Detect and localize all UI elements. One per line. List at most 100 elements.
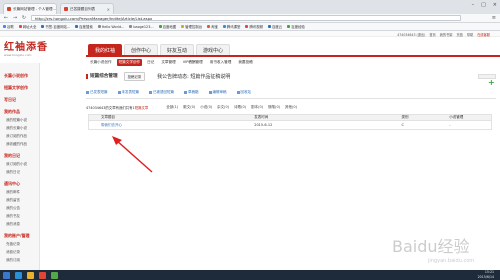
category-tab[interactable]: 编辑审稿 xyxy=(208,90,227,95)
category-tab[interactable]: 已被退回短篇 xyxy=(149,90,174,95)
genre-filter[interactable]: 小说(0) xyxy=(200,105,212,110)
article-category: C xyxy=(401,123,404,127)
bookmark-favicon-icon xyxy=(97,25,101,28)
user-info[interactable]: 474034643 (退出) xyxy=(397,32,425,37)
announcement-banner[interactable]: 我公告牌动态: 短篇作品征稿说明 xyxy=(157,73,230,80)
category-label: 回收站 xyxy=(240,89,252,94)
nav-underline xyxy=(86,55,500,57)
add-icon[interactable]: + xyxy=(488,78,496,87)
bookmark-favicon-icon xyxy=(3,25,6,28)
article-manage[interactable]: - xyxy=(447,123,491,127)
nav-my-hongxiu[interactable]: 我的红袖 xyxy=(88,44,123,55)
annotation-arrow-icon xyxy=(112,136,153,173)
subnav-vip-manage[interactable]: VIP稿酬管理 xyxy=(181,59,205,66)
bookmark-item[interactable]: 书签-百度网站... xyxy=(41,24,70,29)
browser-tab-1[interactable]: 长篇网站管理 - 个人管理... × xyxy=(3,3,57,14)
sidebar-section-title[interactable]: 短篇文学创作 xyxy=(4,85,35,91)
sidebar-item[interactable]: 我的长篇小说 xyxy=(6,126,35,131)
sidebar-section-title[interactable]: 我的账户/管理 xyxy=(4,233,35,239)
reload-icon[interactable]: ↻ xyxy=(21,15,27,21)
nav-friends[interactable]: 好友互动 xyxy=(160,44,195,55)
browser-icon[interactable] xyxy=(39,271,46,279)
sidebar-item[interactable]: 我订阅的小说 xyxy=(6,162,35,167)
category-tab[interactable]: 未发表短篇 xyxy=(117,90,139,95)
bookmark-item[interactable]: 网址大全 xyxy=(18,24,36,29)
online-service-link[interactable]: 在线客服 xyxy=(477,32,490,37)
genre-filter[interactable]: 杂文(0) xyxy=(217,105,229,110)
forward-icon[interactable]: → xyxy=(12,15,18,21)
start-icon[interactable] xyxy=(3,271,10,279)
maximize-icon[interactable]: □ xyxy=(481,2,486,8)
sidebar-item[interactable]: 我的消息 xyxy=(6,222,35,227)
category-label: 已被退回短篇 xyxy=(153,89,174,94)
bookmark-favicon-icon xyxy=(207,25,211,28)
subnav-article-manage[interactable]: 文章管理 xyxy=(159,59,177,66)
app-icon[interactable] xyxy=(51,271,58,279)
bookmark-item[interactable]: 管理控制台 xyxy=(181,24,202,29)
sidebar-item[interactable]: 我的短篇小说 xyxy=(6,118,35,123)
url-input[interactable]: http://zrs.hongxiu.com/PersonManager/Ind… xyxy=(31,15,461,21)
sidebar-item[interactable]: 我的邮件 xyxy=(6,190,35,195)
count-highlight[interactable]: 短篇文章 xyxy=(135,106,149,110)
sidebar-section-title[interactable]: 我的作品 xyxy=(4,109,35,115)
subnav-long-novel[interactable]: 长篇小说创作 xyxy=(88,59,114,66)
sidebar-item[interactable]: 我的留言 xyxy=(6,198,35,203)
genre-filter[interactable]: 剧本(0) xyxy=(251,105,263,110)
nav-creation-center[interactable]: 创作中心 xyxy=(124,44,159,55)
sidebar-item[interactable]: 我的订阅 xyxy=(6,258,35,263)
sidebar-item[interactable]: 消费记录 xyxy=(6,250,35,255)
subnav-submit[interactable]: 我要投稿 xyxy=(236,59,254,66)
bookmark-item[interactable]: 百度地图 xyxy=(158,24,176,29)
top-link[interactable]: 首页 xyxy=(429,32,435,37)
sidebar-section-title[interactable]: 我的日记 xyxy=(4,153,35,159)
top-link[interactable]: 我的书架 xyxy=(440,32,453,37)
bookmark-item[interactable]: 百度搜索 xyxy=(75,24,93,29)
bookmark-item[interactable]: Hello World... xyxy=(97,25,124,29)
bookmark-item[interactable]: 百度经验 xyxy=(287,24,305,29)
sidebar-section-title[interactable]: 长篇小说创作 xyxy=(4,73,35,79)
folder-icon[interactable] xyxy=(27,271,34,279)
back-icon[interactable]: ← xyxy=(3,15,9,21)
article-date: 2015-6-12 xyxy=(254,123,273,127)
sidebar-section-title[interactable]: 写日记 xyxy=(4,97,35,103)
article-title-link[interactable]: 带我们去开心 xyxy=(89,123,248,128)
ie-icon[interactable] xyxy=(15,271,22,279)
bookmark-item[interactable]: baoge123... xyxy=(129,25,154,29)
submission-record-button[interactable]: 投稿记录 xyxy=(123,71,146,81)
close-window-icon[interactable]: × xyxy=(493,2,497,8)
sub-nav: 长篇小说创作 短篇文学创作 日记 文章管理 VIP稿酬管理 用书收入管理 我要投… xyxy=(88,59,255,66)
category-tab[interactable]: 回收站 xyxy=(236,89,252,95)
sidebar-item[interactable]: 我订阅的作品 xyxy=(6,134,35,139)
bookmark-item[interactable]: 谷歌 xyxy=(3,24,14,29)
sidebar-item[interactable]: 充值记录 xyxy=(6,242,35,247)
category-tab[interactable]: 已发表短篇 xyxy=(86,90,108,95)
top-link[interactable]: 帮助 xyxy=(467,32,473,37)
top-link[interactable]: 充值 xyxy=(457,32,463,37)
genre-filter[interactable]: 诗歌(0) xyxy=(234,105,246,110)
minimize-icon[interactable]: – xyxy=(472,2,475,8)
sidebar-item[interactable]: 我的书友 xyxy=(6,214,35,219)
menu-icon[interactable]: ≡ xyxy=(492,15,496,21)
sidebar-section-title[interactable]: 通讯中心 xyxy=(4,181,35,187)
close-tab-icon[interactable]: × xyxy=(107,7,110,12)
sidebar-item[interactable]: 我的日记 xyxy=(6,170,35,175)
sidebar-item[interactable]: 我的公告 xyxy=(6,206,35,211)
category-tab[interactable]: 草稿箱 xyxy=(184,90,199,95)
sidebar-item[interactable]: 我收藏的作品 xyxy=(6,142,35,147)
browser-tab-2[interactable]: 已答疑题目列表 × xyxy=(60,3,114,14)
bookmark-item[interactable]: 腾讯视频 xyxy=(245,24,263,29)
genre-filter[interactable]: 其他(0) xyxy=(285,105,297,110)
nav-games[interactable]: 游戏中心 xyxy=(196,44,231,55)
genre-filter[interactable]: 散文(0) xyxy=(183,105,195,110)
bookmark-item[interactable]: 淘宝 xyxy=(207,24,218,29)
subnav-diary[interactable]: 日记 xyxy=(145,59,156,66)
bookmark-item[interactable]: 腾讯课堂 xyxy=(222,24,240,29)
site-logo[interactable]: 红袖添香 www.hongxiu.com xyxy=(4,38,64,58)
clock[interactable]: 15:21 2015/6/14 xyxy=(478,270,494,279)
subnav-income-manage[interactable]: 用书收入管理 xyxy=(208,59,234,66)
genre-filter[interactable]: 全部(1) xyxy=(166,105,178,110)
genre-filter[interactable]: 随笔(0) xyxy=(268,105,280,110)
col-header-date: 发表时间 xyxy=(254,115,269,119)
subnav-short-literature[interactable]: 短篇文学创作 xyxy=(116,59,143,66)
bookmark-item[interactable]: 百度云 xyxy=(268,24,282,29)
